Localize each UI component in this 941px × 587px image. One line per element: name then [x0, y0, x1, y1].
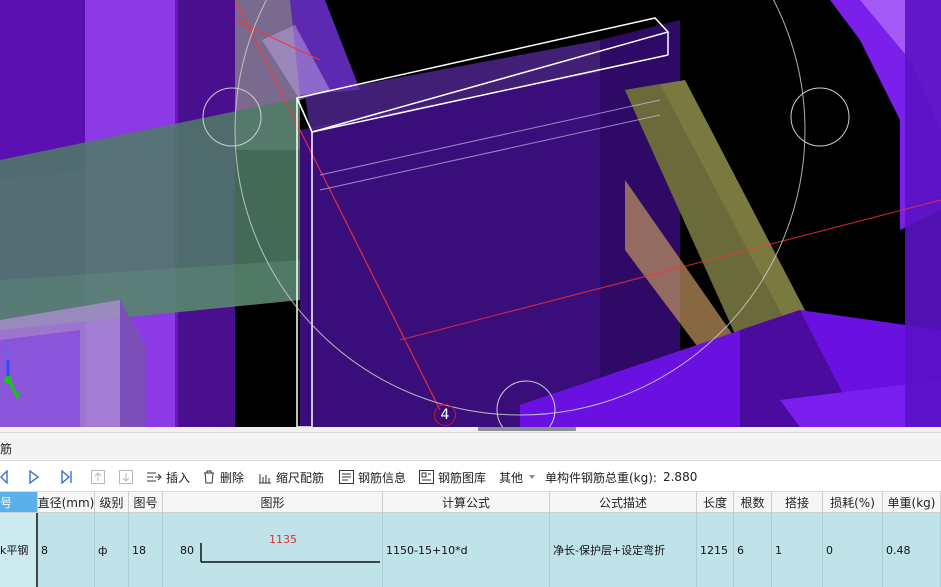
- rebar-table: 号 直径(mm) 级别 图号 图形 计算公式 公式描述 长度 根数 搭接 损耗(…: [0, 492, 941, 587]
- col-header-name[interactable]: 号: [0, 492, 38, 513]
- 3d-viewport[interactable]: Z Y 4: [0, 0, 941, 427]
- rebar-info-label: 钢筋信息: [358, 470, 407, 485]
- grid-bubble[interactable]: 4: [434, 404, 456, 426]
- cell-name[interactable]: k平钢: [0, 513, 38, 587]
- total-weight-value: 2.880: [662, 470, 698, 484]
- col-header-unit-weight[interactable]: 单重(kg): [883, 492, 941, 513]
- delete-button[interactable]: 删除: [202, 462, 244, 492]
- col-header-diameter[interactable]: 直径(mm): [38, 492, 95, 513]
- nav-last-button[interactable]: [61, 462, 77, 492]
- library-icon: [419, 470, 434, 484]
- delete-label: 删除: [220, 470, 245, 485]
- col-header-loss[interactable]: 损耗(%): [823, 492, 883, 513]
- cell-figure-no[interactable]: 18: [129, 513, 163, 587]
- other-label: 其他: [499, 470, 524, 485]
- grid-bubble-label: 4: [440, 407, 450, 423]
- rebar-info-button[interactable]: 钢筋信息: [339, 462, 406, 492]
- col-header-length[interactable]: 长度: [697, 492, 734, 513]
- col-header-description[interactable]: 公式描述: [550, 492, 697, 513]
- model-scene: [0, 0, 941, 427]
- cell-unit-weight[interactable]: 0.48: [883, 513, 941, 587]
- col-header-lap[interactable]: 搭接: [772, 492, 823, 513]
- arrow-up-icon: [91, 470, 105, 484]
- cell-grade[interactable]: ф: [95, 513, 129, 587]
- col-header-grade[interactable]: 级别: [95, 492, 129, 513]
- arrow-down-icon: [119, 470, 133, 484]
- cell-loss[interactable]: 0: [823, 513, 883, 587]
- insert-icon: [147, 472, 162, 482]
- panel-title: 筋: [0, 442, 13, 456]
- col-header-shape[interactable]: 图形: [163, 492, 383, 513]
- trash-icon: [204, 470, 214, 484]
- rebar-library-label: 钢筋图库: [438, 470, 487, 485]
- nav-prev-button[interactable]: [0, 462, 12, 492]
- move-up-button[interactable]: [91, 462, 109, 492]
- panel-header: 筋: [0, 433, 941, 461]
- col-header-count[interactable]: 根数: [734, 492, 772, 513]
- move-down-button[interactable]: [119, 462, 137, 492]
- scale-rebar-button[interactable]: 缩尺配筋: [258, 462, 324, 492]
- axis-z-label: Z: [3, 343, 11, 356]
- total-weight: 单构件钢筋总重(kg): 2.880: [545, 462, 697, 492]
- last-icon: [61, 470, 72, 484]
- cell-formula[interactable]: 1150-15+10*d: [383, 513, 550, 587]
- scale-rebar-label: 缩尺配筋: [276, 470, 325, 485]
- cell-description[interactable]: 净长-保护层+设定弯折: [550, 513, 697, 587]
- col-header-formula[interactable]: 计算公式: [383, 492, 550, 513]
- col-header-figure-no[interactable]: 图号: [129, 492, 163, 513]
- nav-next-button[interactable]: [29, 462, 43, 492]
- insert-label: 插入: [166, 470, 191, 485]
- cell-shape[interactable]: 80 1135: [163, 513, 383, 587]
- total-weight-label: 单构件钢筋总重(kg):: [545, 470, 657, 485]
- cell-diameter[interactable]: 8: [38, 513, 95, 587]
- info-icon: [339, 470, 354, 484]
- chevron-down-icon: [529, 475, 536, 479]
- rebar-library-button[interactable]: 钢筋图库: [419, 462, 486, 492]
- prev-icon: [0, 470, 8, 484]
- cell-count[interactable]: 6: [734, 513, 772, 587]
- cell-lap[interactable]: 1: [772, 513, 823, 587]
- cell-length[interactable]: 1215: [697, 513, 734, 587]
- ruler-icon: [259, 474, 271, 484]
- insert-button[interactable]: 插入: [146, 462, 190, 492]
- axis-y-label: Y: [14, 390, 21, 403]
- rebar-toolbar: 插入 删除 缩尺配筋 钢筋信息 钢筋图库 其他 单构件钢筋总重(kg): 2.8…: [0, 462, 941, 492]
- shape-length-value: 1135: [269, 533, 297, 546]
- rebar-shape-drawing: [200, 543, 380, 563]
- splitter-grip[interactable]: [478, 427, 576, 431]
- other-dropdown[interactable]: 其他: [499, 462, 541, 492]
- play-icon: [29, 470, 39, 484]
